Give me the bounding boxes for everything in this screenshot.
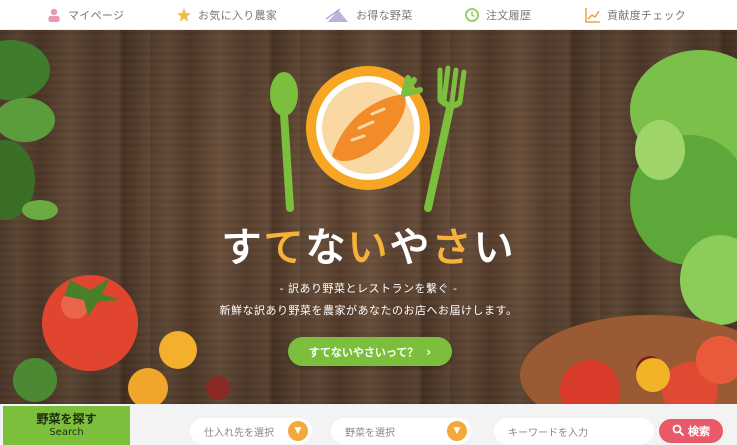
brand-title: すてないやさい <box>0 215 737 273</box>
person-icon <box>48 8 60 22</box>
nav-order-history[interactable]: 注文履歴 <box>464 0 531 30</box>
about-button-label: すてないやさいって？ <box>308 345 419 359</box>
brand-char: や <box>389 225 432 271</box>
brand-char: す <box>221 225 264 271</box>
nav-mypage[interactable]: マイページ <box>46 0 124 30</box>
nav-deal-vegetables[interactable]: お得な野菜 <box>326 0 413 30</box>
search-icon <box>672 424 684 439</box>
price-tag-icon <box>326 8 348 22</box>
search-tab[interactable]: 野菜を探す Search <box>3 406 130 445</box>
chart-icon <box>585 7 600 23</box>
search-tab-subtitle: Search <box>49 427 84 438</box>
nav-contribution-check-label: 貢献度チェック <box>607 8 687 22</box>
search-tab-title: 野菜を探す <box>36 412 97 426</box>
supplier-select-label: 仕入れ先を選択 <box>204 427 274 439</box>
right-tomatoes <box>520 315 737 404</box>
chevron-down-icon: ▼ <box>288 421 308 441</box>
nav-favorite-farmers-label: お気に入り農家 <box>198 8 278 22</box>
about-button[interactable]: すてないやさいって？ › <box>288 337 452 366</box>
top-navigation: マイページ お気に入り農家 お得な野菜 注文履歴 貢献度チェック <box>0 0 737 30</box>
history-icon <box>465 7 479 22</box>
keyword-input[interactable]: キーワードを入力 <box>494 418 654 444</box>
chevron-right-icon: › <box>426 344 432 359</box>
nav-mypage-label: マイページ <box>68 8 125 22</box>
star-icon <box>177 7 191 22</box>
nav-deal-vegetables-label: お得な野菜 <box>356 8 413 22</box>
supplier-select[interactable]: 仕入れ先を選択 ▼ <box>190 418 312 444</box>
chevron-down-icon: ▼ <box>447 421 467 441</box>
search-button-label: 検索 <box>688 425 710 438</box>
hero-subline: 新鮮な訳あり野菜を農家があなたのお店へお届けします。 <box>219 304 518 317</box>
hero-tagline: - 訳あり野菜とレストランを繋ぐ - <box>279 282 458 295</box>
nav-order-history-label: 注文履歴 <box>486 8 532 22</box>
left-greens <box>0 40 58 220</box>
brand-char: て <box>263 225 306 271</box>
brand-char: な <box>305 225 348 271</box>
nav-contribution-check[interactable]: 貢献度チェック <box>585 0 686 30</box>
keyword-input-placeholder: キーワードを入力 <box>508 427 588 439</box>
brand-char: い <box>473 225 516 271</box>
brand-char: い <box>347 225 390 271</box>
search-button[interactable]: 検索 <box>659 419 723 443</box>
hero-section: すてないやさい - 訳あり野菜とレストランを繋ぐ - 新鮮な訳あり野菜を農家があ… <box>0 30 737 404</box>
vegetable-select[interactable]: 野菜を選択 ▼ <box>331 418 471 444</box>
vegetable-select-label: 野菜を選択 <box>345 427 395 439</box>
search-bar: 野菜を探す Search 仕入れ先を選択 ▼ 野菜を選択 ▼ キーワードを入力 … <box>0 404 737 445</box>
brand-char: さ <box>431 225 474 271</box>
nav-favorite-farmers[interactable]: お気に入り農家 <box>176 0 277 30</box>
